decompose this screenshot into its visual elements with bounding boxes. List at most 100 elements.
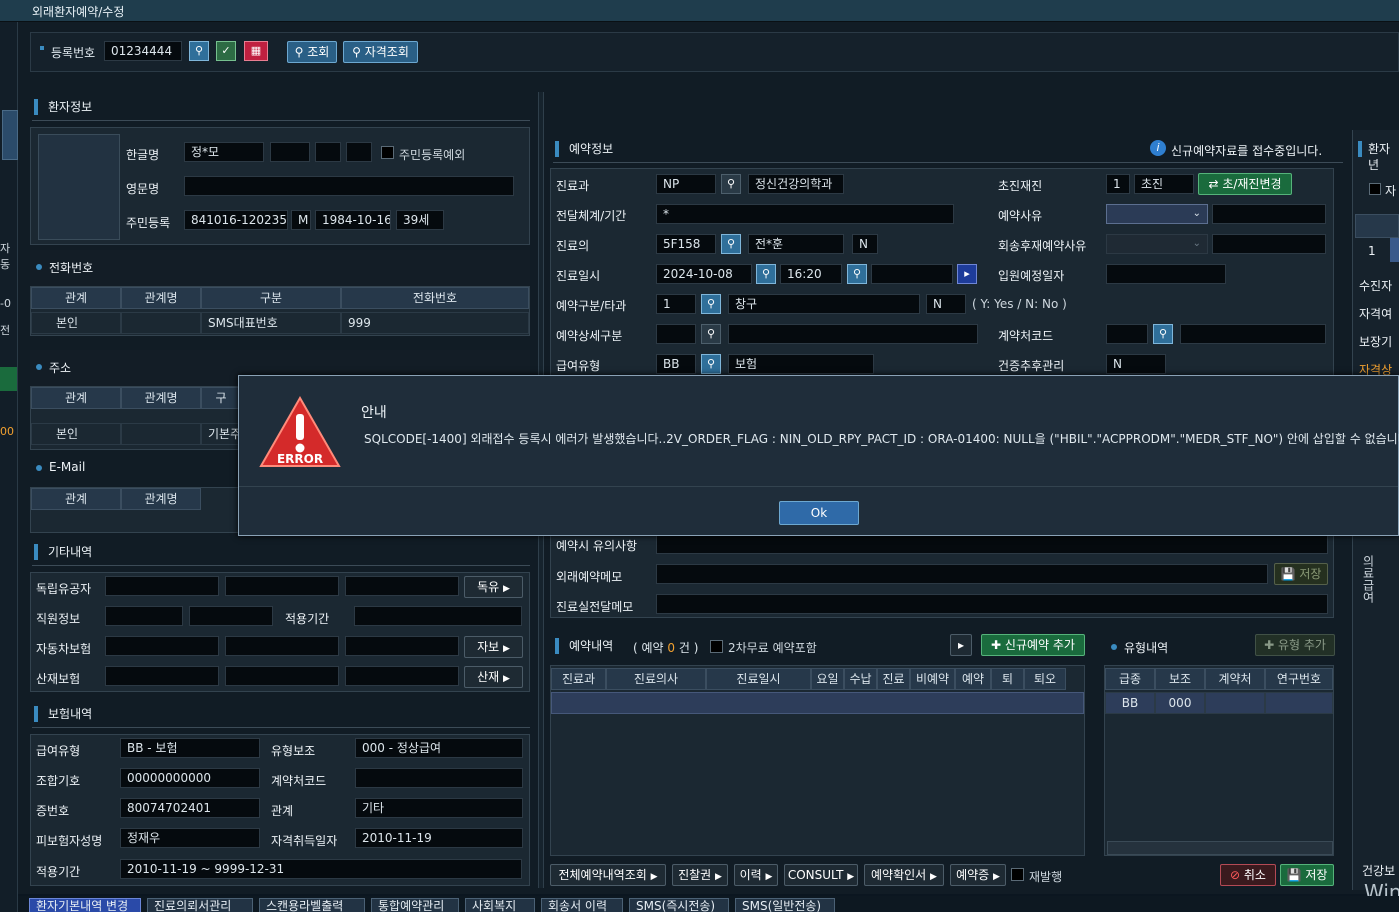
search-icon[interactable]: ⚲ — [756, 264, 776, 284]
deliver-input[interactable] — [656, 594, 1328, 614]
table-header: 퇴오 — [1024, 668, 1066, 690]
industrial-field-3[interactable] — [345, 666, 459, 686]
reason-select[interactable]: ⌄ — [1106, 204, 1208, 224]
table-cell[interactable] — [121, 312, 201, 334]
name-extra-1[interactable] — [270, 142, 310, 162]
return-reason-extra[interactable] — [1212, 234, 1326, 254]
industrial-field-1[interactable] — [105, 666, 219, 686]
tab-scan-label[interactable]: 스캔용라벨출력 — [259, 898, 365, 912]
search-button[interactable]: ⚲ 조회 — [287, 41, 337, 63]
auto-button[interactable]: 자보 ▶ — [464, 636, 523, 658]
table-cell[interactable]: SMS대표번호 — [201, 312, 341, 334]
apply-period-field[interactable] — [354, 606, 522, 626]
right-vertical-tab[interactable]: 의료급여 — [1360, 555, 1377, 603]
jumin-exception-checkbox[interactable] — [381, 146, 394, 159]
tab-patient-change[interactable]: 환자기본내역 변경 — [29, 898, 141, 912]
arrow-right-icon[interactable]: ▸ — [950, 634, 972, 656]
table-cell[interactable] — [1205, 692, 1265, 714]
dept-code-input[interactable]: NP — [656, 174, 716, 194]
tab-sms-normal[interactable]: SMS(일반전송) — [735, 898, 835, 912]
indep-field-2[interactable] — [225, 576, 339, 596]
tab-integrated[interactable]: 통합예약관리 — [371, 898, 459, 912]
reason-extra[interactable] — [1212, 204, 1326, 224]
save-button[interactable]: 💾 저장 — [1280, 864, 1334, 886]
right-checkbox[interactable] — [1369, 183, 1381, 195]
jumin-input[interactable]: 841016-1202355 — [184, 210, 288, 230]
cancel-icon: ⊘ — [1230, 868, 1241, 882]
section-email: E-Mail — [49, 460, 86, 474]
arrow-right-icon[interactable]: ▸ — [957, 264, 977, 284]
route-input[interactable]: * — [656, 204, 954, 224]
horizontal-scrollbar[interactable] — [1107, 841, 1333, 855]
date-input[interactable]: 2024-10-08 — [656, 264, 752, 284]
add-reservation-button[interactable]: ✚ 신규예약 추가 — [981, 634, 1085, 656]
table-cell[interactable] — [121, 423, 201, 445]
type-code-input[interactable]: 1 — [656, 294, 696, 314]
card-icon[interactable]: ▦ — [244, 41, 268, 61]
staff-field-1[interactable] — [105, 606, 183, 626]
industrial-field-2[interactable] — [225, 666, 339, 686]
confirm-button[interactable]: 예약확인서 ▶ — [864, 864, 944, 886]
left-edge-tab[interactable] — [2, 110, 18, 160]
auto-field-1[interactable] — [105, 636, 219, 656]
table-cell[interactable]: 기본주 — [201, 423, 241, 445]
memo-input[interactable] — [656, 564, 1268, 584]
search-icon[interactable]: ⚲ — [701, 354, 721, 374]
indep-field-1[interactable] — [105, 576, 219, 596]
add-type-button[interactable]: ✚ 유형 추가 — [1255, 634, 1335, 656]
tab-sms-instant[interactable]: SMS(즉시전송) — [629, 898, 729, 912]
ins-value: 00000000000 — [120, 768, 260, 788]
return-reason-select[interactable]: ⌄ — [1106, 234, 1208, 254]
qualification-button[interactable]: ⚲ 자격조회 — [343, 41, 418, 63]
table-cell[interactable]: 000 — [1155, 692, 1205, 714]
search-icon[interactable]: ⚲ — [189, 41, 209, 61]
card-button[interactable]: 진찰권 ▶ — [672, 864, 728, 886]
auto-field-2[interactable] — [225, 636, 339, 656]
search-icon[interactable]: ⚲ — [721, 234, 741, 254]
admit-input[interactable] — [1106, 264, 1226, 284]
auto-field-3[interactable] — [345, 636, 459, 656]
pay-code-input[interactable]: BB — [656, 354, 696, 374]
indep-field-3[interactable] — [345, 576, 459, 596]
search-icon[interactable]: ⚲ — [1153, 324, 1173, 344]
caution-input[interactable] — [656, 534, 1328, 554]
time-input[interactable]: 16:20 — [780, 264, 842, 284]
all-history-button[interactable]: 전체예약내역조회 ▶ — [550, 864, 666, 886]
history-button[interactable]: 이력 ▶ — [734, 864, 778, 886]
second-free-checkbox[interactable] — [710, 640, 723, 653]
cancel-button[interactable]: ⊘ 취소 — [1220, 864, 1276, 886]
name-extra-3[interactable] — [346, 142, 372, 162]
table-cell[interactable] — [1265, 692, 1333, 714]
table-cell[interactable]: BB — [1105, 692, 1155, 714]
first-visit-change-button[interactable]: ⇄ 초/재진변경 — [1198, 173, 1292, 195]
doctor-code-input[interactable]: 5F158 — [656, 234, 716, 254]
pay-label: 급여유형 — [556, 359, 601, 373]
tab-referral[interactable]: 진료의뢰서관리 — [147, 898, 253, 912]
tab-social[interactable]: 사회복지 — [465, 898, 535, 912]
consult-button[interactable]: CONSULT ▶ — [784, 864, 858, 886]
table-cell[interactable]: 본인 — [31, 312, 121, 334]
date-extra[interactable] — [871, 264, 953, 284]
check-icon[interactable]: ✓ — [216, 41, 236, 61]
reissue-checkbox[interactable] — [1011, 868, 1024, 881]
detail-code-input[interactable] — [656, 324, 696, 344]
reg-no-input[interactable]: 01234444 — [104, 41, 182, 61]
industrial-button[interactable]: 산재 ▶ — [464, 666, 523, 688]
type-flag-input[interactable]: N — [926, 294, 966, 314]
contract-input[interactable] — [1106, 324, 1148, 344]
name-extra-2[interactable] — [315, 142, 341, 162]
memo-save-button[interactable]: 💾 저장 — [1274, 563, 1328, 585]
table-row[interactable] — [551, 692, 1084, 714]
table-cell[interactable]: 본인 — [31, 423, 121, 445]
health-field[interactable]: N — [1106, 354, 1166, 374]
search-icon[interactable]: ⚲ — [701, 294, 721, 314]
cert-button[interactable]: 예약증 ▶ — [950, 864, 1006, 886]
search-icon[interactable]: ⚲ — [847, 264, 867, 284]
tab-return-history[interactable]: 회송서 이력 — [541, 898, 623, 912]
ok-button[interactable]: Ok — [779, 501, 859, 525]
indep-button[interactable]: 독유 ▶ — [464, 576, 523, 598]
name-input[interactable]: 정*모 — [184, 142, 264, 162]
staff-field-2[interactable] — [189, 606, 273, 626]
eng-name-input[interactable] — [184, 176, 514, 196]
table-cell[interactable]: 999 — [341, 312, 529, 334]
